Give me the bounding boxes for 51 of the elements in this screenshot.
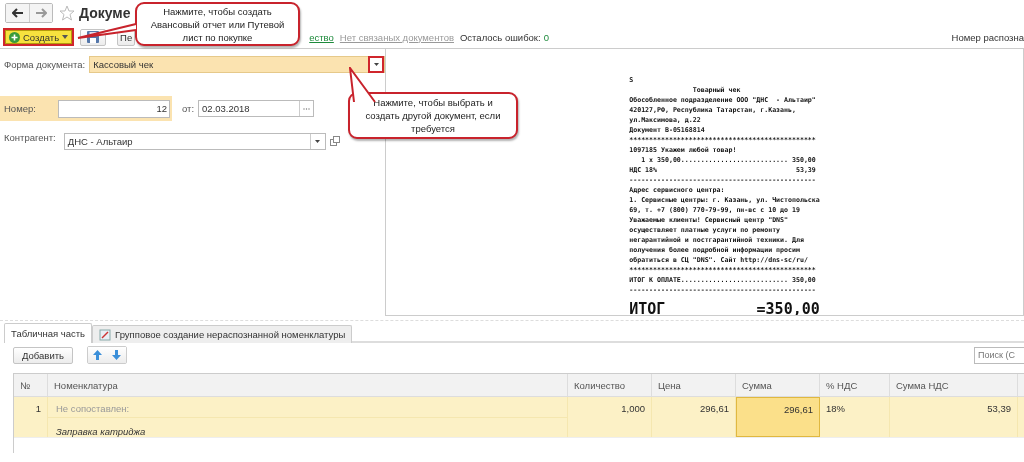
search-field[interactable]: Поиск (С <box>974 346 1024 364</box>
caret-icon <box>315 139 321 143</box>
star-icon[interactable] <box>59 5 75 21</box>
table-cell: 1 <box>14 397 48 437</box>
field-label: Номер: <box>4 103 37 114</box>
tab[interactable]: Групповое создание нераспознанной номенклатуры <box>92 325 353 343</box>
caret-icon <box>62 35 69 39</box>
table-cell: 1,000 <box>568 397 652 437</box>
document-form-dropdown[interactable]: Кассовый чек <box>89 55 385 73</box>
errors-count: 0 <box>543 31 549 43</box>
add-button[interactable]: Добавить <box>13 346 73 364</box>
field-label: Форма документа: <box>4 58 86 70</box>
table-cell: 53,39 <box>890 397 1018 437</box>
back-button[interactable] <box>6 4 29 22</box>
open-window-icon[interactable] <box>329 136 340 146</box>
window-title: Докуме <box>79 5 131 21</box>
dropdown-button[interactable] <box>368 55 384 73</box>
pencil-ruler-icon <box>99 328 112 341</box>
number-input[interactable]: 12 <box>58 99 170 118</box>
left-arrow-icon <box>11 8 24 18</box>
errors-label: Осталось ошибок: <box>460 31 541 43</box>
field-label: от: <box>182 103 195 114</box>
date-field[interactable]: 02.03.2018 <box>198 100 315 117</box>
match-status: Не сопоставлен: <box>48 397 567 418</box>
callout-bubble: Нажмите, чтобы создать Авансовый отчет или Путевой лист по покупке <box>135 2 300 46</box>
move-up-button[interactable] <box>88 347 107 363</box>
ellipsis-icon <box>303 107 311 110</box>
recognized-number-label: Номер распозна <box>951 31 1024 43</box>
create-button[interactable]: Создать <box>3 28 75 46</box>
plus-circle-icon <box>9 31 20 43</box>
table-cell: 296,61 <box>736 397 820 437</box>
column-header[interactable]: Сумма <box>736 374 820 396</box>
column-header[interactable]: Цена <box>652 374 736 396</box>
column-header[interactable]: Номенклатура <box>48 374 568 396</box>
item-name: Заправка катриджа <box>55 425 147 437</box>
caret-icon <box>373 62 379 66</box>
callout-pointer <box>77 22 137 40</box>
table-cell: 18% <box>820 397 890 437</box>
right-arrow-icon <box>35 8 47 18</box>
up-arrow-icon <box>93 350 102 360</box>
field-label: Контрагент: <box>4 131 56 143</box>
down-arrow-icon <box>112 350 121 360</box>
column-header[interactable]: № <box>14 374 48 396</box>
column-header[interactable]: Сумма НДС <box>890 374 1018 396</box>
tab[interactable]: Табличная часть <box>4 323 93 343</box>
counterparty-dropdown[interactable]: ДНС - Альтаир <box>63 132 326 150</box>
link[interactable]: ество <box>309 31 334 43</box>
column-header[interactable]: Количество <box>568 374 652 396</box>
column-header[interactable]: % НДС <box>820 374 890 396</box>
move-down-button[interactable] <box>107 347 126 363</box>
receipt-total-label: ИТОГ <box>629 299 666 315</box>
